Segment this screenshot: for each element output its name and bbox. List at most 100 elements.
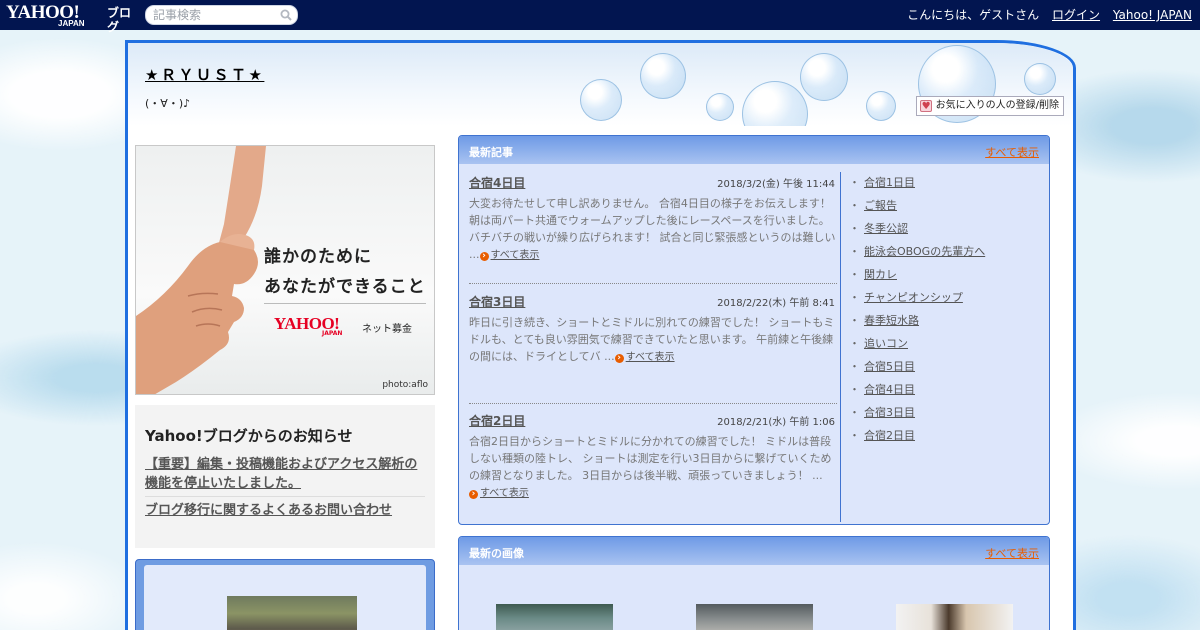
article-list-item: ・関カレ: [849, 266, 897, 282]
list-bullet: ・: [849, 337, 860, 350]
article-list-item: ・春季短水路: [849, 312, 919, 328]
notice-link-faq[interactable]: ブログ移行に関するよくあるお問い合わせ: [145, 501, 428, 520]
recent-images-show-all[interactable]: すべて表示: [985, 545, 1039, 561]
charity-ad-banner[interactable]: 誰かのために あなたができること YAHOO! JAPAN ネット募金 phot…: [135, 145, 435, 395]
article-excerpt: 昨日に引き続き、ショートとミドルに別れての練習でした！ ショートもミドルも、とて…: [469, 314, 837, 366]
ad-photo-credit: photo:aflo: [382, 380, 428, 390]
blog-title[interactable]: ★ＲＹＵＳＴ★: [145, 64, 264, 85]
article-list-item: ・合宿3日目: [849, 404, 915, 420]
article-list-link[interactable]: チャンピオンシップ: [864, 291, 963, 304]
image-thumbnail[interactable]: [496, 604, 613, 630]
list-bullet: ・: [849, 268, 860, 281]
recent-articles-panel: 最新記事 すべて表示 合宿4日目 2018/3/2(金) 午後 11:44 大変…: [458, 135, 1050, 525]
article-separator: [469, 283, 837, 284]
ad-tagline: ネット募金: [362, 324, 412, 335]
article-date: 2018/3/2(金) 午後 11:44: [717, 179, 835, 190]
article-list-link[interactable]: 能泳会OBOGの先輩方へ: [864, 245, 985, 258]
article-title[interactable]: 合宿4日目: [469, 174, 525, 191]
image-thumbnail[interactable]: [896, 604, 1013, 630]
list-bullet: ・: [849, 360, 860, 373]
article-list-item: ・能泳会OBOGの先輩方へ: [849, 243, 985, 259]
login-link[interactable]: ログイン: [1052, 8, 1100, 22]
gallery-inner: [144, 565, 426, 630]
yahoo-japan-link[interactable]: Yahoo! JAPAN: [1113, 8, 1192, 22]
bubble-decoration: [742, 81, 808, 126]
list-bullet: ・: [849, 222, 860, 235]
list-bullet: ・: [849, 383, 860, 396]
article-list-link[interactable]: 合宿5日目: [864, 360, 915, 373]
article-list-item: ・ご報告: [849, 197, 897, 213]
article-list-link[interactable]: 関カレ: [864, 268, 897, 281]
greeting-text: こんにちは、ゲストさん: [907, 8, 1040, 22]
article-list-item: ・追いコン: [849, 335, 908, 351]
article-list-link[interactable]: 合宿1日目: [864, 176, 915, 189]
list-bullet: ・: [849, 245, 860, 258]
recent-images-header: 最新の画像 すべて表示: [459, 537, 1049, 565]
article-list-link[interactable]: 春季短水路: [864, 314, 919, 327]
blog-header: ★ＲＹＵＳＴ★ (・∀・)♪ お気に入りの人の登録/削除: [128, 43, 1073, 126]
list-bullet: ・: [849, 314, 860, 327]
article-list-item: ・合宿1日目: [849, 174, 915, 190]
recent-articles-header: 最新記事 すべて表示: [459, 136, 1049, 164]
favorite-register-button[interactable]: お気に入りの人の登録/削除: [915, 96, 1064, 116]
ad-line-1: 誰かのために: [264, 247, 372, 267]
bubble-decoration: [580, 79, 622, 121]
list-bullet: ・: [849, 199, 860, 212]
notice-divider: [145, 496, 425, 497]
list-bullet: ・: [849, 429, 860, 442]
search-icon[interactable]: [280, 9, 292, 21]
heart-icon: [919, 98, 932, 116]
ad-line-2: あなたができること: [264, 277, 426, 297]
article-excerpt-text: 合宿2日目からショートとミドルに分かれての練習でした！ ミドルは普段しない種類の…: [469, 435, 832, 482]
image-thumbnail[interactable]: [696, 604, 813, 630]
logo-blog-text: ブログ: [107, 6, 132, 34]
article-list-item: ・合宿4日目: [849, 381, 915, 397]
ad-divider: [264, 303, 426, 304]
notice-heading: Yahoo!ブログからのお知らせ: [145, 427, 353, 445]
article-list-item: ・チャンピオンシップ: [849, 289, 963, 305]
handshake-illustration: [136, 146, 266, 394]
read-more-link[interactable]: すべて表示: [480, 250, 540, 261]
bubble-decoration: [1024, 63, 1056, 95]
article-date: 2018/2/21(水) 午前 1:06: [717, 417, 835, 428]
list-bullet: ・: [849, 176, 860, 189]
article-title[interactable]: 合宿2日目: [469, 412, 525, 429]
logo-japan-text: JAPAN: [58, 19, 85, 28]
article-list-link[interactable]: 合宿3日目: [864, 406, 915, 419]
recent-articles-title: 最新記事: [469, 146, 513, 159]
read-more-link[interactable]: すべて表示: [469, 488, 529, 499]
article-excerpt: 大変お待たせして申し訳ありません。 合宿4日目の様子をお伝えします！ 朝は両パー…: [469, 195, 837, 264]
article-separator: [469, 403, 837, 404]
article-list-link[interactable]: 合宿4日目: [864, 383, 915, 396]
article-list-item: ・冬季公認: [849, 220, 908, 236]
article-list-link[interactable]: 合宿2日目: [864, 429, 915, 442]
bubble-decoration: [706, 93, 734, 121]
article-list-item: ・合宿2日目: [849, 427, 915, 443]
ad-japan-logo: JAPAN: [322, 330, 343, 337]
article-search-input[interactable]: [153, 7, 273, 23]
article-list-item: ・合宿5日目: [849, 358, 915, 374]
yahoo-blog-logo[interactable]: YAHOO! JAPAN ブログ: [6, 3, 142, 35]
bubble-decoration: [800, 53, 848, 101]
recent-images-panel: 最新の画像 すべて表示: [458, 536, 1050, 630]
favorite-button-label: お気に入りの人の登録/削除: [935, 100, 1059, 111]
article-date: 2018/2/22(木) 午前 8:41: [717, 298, 835, 309]
blog-description: (・∀・)♪: [145, 97, 191, 110]
article-list-link[interactable]: ご報告: [864, 199, 897, 212]
gallery-box: [135, 559, 435, 630]
read-more-link[interactable]: すべて表示: [615, 352, 675, 363]
top-links: こんにちは、ゲストさん ログイン Yahoo! JAPAN: [898, 7, 1192, 23]
bubble-decoration: [640, 53, 686, 99]
article-excerpt: 合宿2日目からショートとミドルに分かれての練習でした！ ミドルは普段しない種類の…: [469, 433, 837, 502]
bubble-decoration: [866, 91, 896, 121]
article-title[interactable]: 合宿3日目: [469, 293, 525, 310]
article-list-link[interactable]: 冬季公認: [864, 222, 908, 235]
recent-articles-show-all[interactable]: すべて表示: [985, 144, 1039, 160]
gallery-photo[interactable]: [227, 596, 357, 630]
list-bullet: ・: [849, 291, 860, 304]
yahoo-blog-notice: Yahoo!ブログからのお知らせ 【重要】編集・投稿機能およびアクセス解析の機能…: [135, 405, 435, 548]
list-bullet: ・: [849, 406, 860, 419]
article-list-link[interactable]: 追いコン: [864, 337, 908, 350]
notice-link-important[interactable]: 【重要】編集・投稿機能およびアクセス解析の機能を停止いたしました。: [145, 455, 428, 493]
recent-images-title: 最新の画像: [469, 547, 524, 560]
